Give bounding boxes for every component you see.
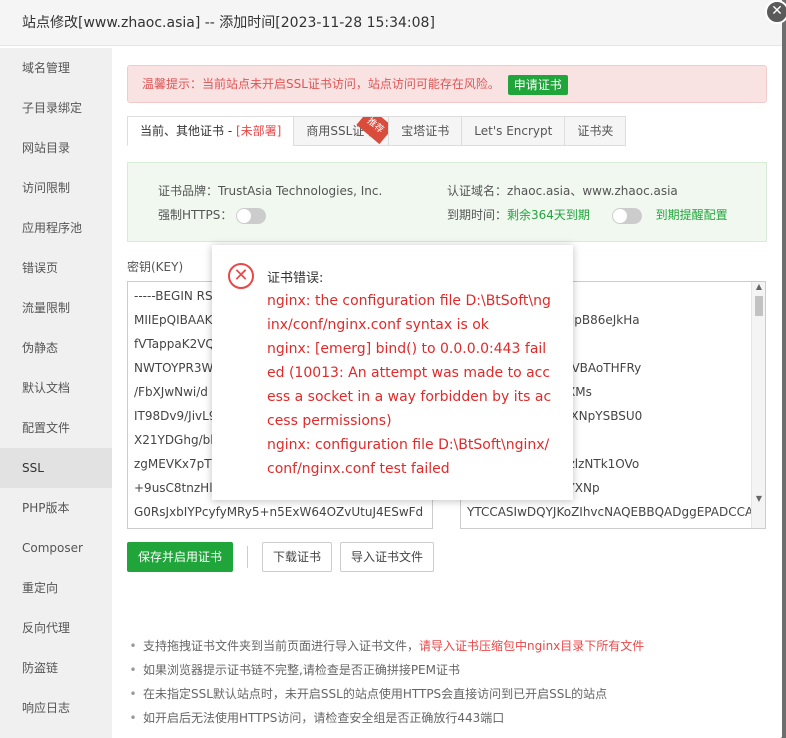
sidebar-item-reverse-proxy[interactable]: 反向代理 — [0, 608, 112, 648]
sidebar-item-rewrite[interactable]: 伪静态 — [0, 328, 112, 368]
button-divider — [247, 546, 249, 568]
cert-tabs: 当前、其他证书 - [未部署] 商用SSL证书 推荐 宝塔证书 Let's Enc… — [127, 116, 627, 146]
cert-brand-value: TrustAsia Technologies, Inc. — [218, 184, 383, 198]
key-line: G0RsJxbIYPcyfyMRy5+n5ExW64OZvUtuJ4ESwFd — [134, 505, 424, 519]
error-icon: ✕ — [228, 263, 254, 289]
tip-text: 支持拖拽证书文件夹到当前页面进行导入证书文件， — [143, 639, 420, 653]
sidebar-item-ssl[interactable]: SSL — [0, 448, 112, 488]
ssl-warning-text: 温馨提示：当前站点未开启SSL证书访问，站点访问可能存在风险。 — [142, 77, 500, 91]
scroll-down-icon[interactable]: ▼ — [752, 494, 765, 503]
sidebar-item-default-doc[interactable]: 默认文档 — [0, 368, 112, 408]
force-https: 强制HTTPS： — [158, 206, 267, 224]
expire-value: 剩余364天到期 — [507, 208, 590, 222]
expire-reminder-link[interactable]: 到期提醒配置 — [656, 208, 728, 222]
download-cert-button[interactable]: 下载证书 — [262, 542, 333, 572]
cert-error-dialog: ✕ 证书错误: nginx: the configuration file D:… — [212, 245, 573, 500]
cert-domain-label: 认证域名： — [447, 184, 508, 198]
save-enable-cert-button[interactable]: 保存并启用证书 — [127, 542, 234, 572]
force-https-toggle[interactable] — [236, 207, 267, 224]
ssl-warning: 温馨提示：当前站点未开启SSL证书访问，站点访问可能存在风险。 申请证书 — [127, 65, 767, 103]
scroll-thumb[interactable] — [755, 296, 763, 316]
tips-list: 支持拖拽证书文件夹到当前页面进行导入证书文件，请导入证书压缩包中nginx目录下… — [123, 634, 644, 730]
expire-label: 到期时间： — [447, 208, 508, 222]
cert-brand-label: 证书品牌： — [158, 184, 219, 198]
close-window-button[interactable]: ✕ — [765, 0, 786, 24]
tab-cert-folder[interactable]: 证书夹 — [564, 116, 627, 146]
tab-letsencrypt[interactable]: Let's Encrypt — [461, 116, 566, 146]
apply-cert-button[interactable]: 申请证书 — [507, 74, 568, 95]
sidebar-item-app-pool[interactable]: 应用程序池 — [0, 208, 112, 248]
cert-info-box: 证书品牌：TrustAsia Technologies, Inc. 认证域名：z… — [127, 162, 767, 242]
import-cert-button[interactable]: 导入证书文件 — [340, 542, 435, 572]
tip-item: 如果浏览器提示证书链不完整,请检查是否正确拼接PEM证书 — [123, 658, 644, 682]
cert-brand: 证书品牌：TrustAsia Technologies, Inc. — [158, 182, 382, 199]
tab-baota-cert[interactable]: 宝塔证书 — [388, 116, 463, 146]
tab-current-status: [未部署] — [235, 124, 282, 138]
tip-item: 在未指定SSL默认站点时，未开启SSL的站点使用HTTPS会直接访问到已开启SS… — [123, 682, 644, 706]
error-message: nginx: the configuration file D:\BtSoft\… — [267, 293, 552, 477]
sidebar-item-site-dir[interactable]: 网站目录 — [0, 128, 112, 168]
tip-text: 在未指定SSL默认站点时，未开启SSL的站点使用HTTPS会直接访问到已开启SS… — [143, 687, 608, 701]
sidebar-item-redirect[interactable]: 重定向 — [0, 568, 112, 608]
sidebar: 域名管理 子目录绑定 网站目录 访问限制 应用程序池 错误页 流量限制 伪静态 … — [0, 48, 112, 738]
sidebar-item-access-limit[interactable]: 访问限制 — [0, 168, 112, 208]
sidebar-item-composer[interactable]: Composer — [0, 528, 112, 568]
expire-time: 到期时间：剩余364天到期 到期提醒配置 — [447, 206, 728, 224]
tab-commercial-ssl[interactable]: 商用SSL证书 推荐 — [293, 116, 390, 146]
sidebar-item-subdir[interactable]: 子目录绑定 — [0, 88, 112, 128]
cert-line: YTCCASIwDQYJKoZIhvcNAQEBBQADggEPADCCA — [467, 505, 754, 519]
sidebar-item-hotlink[interactable]: 防盗链 — [0, 648, 112, 688]
tip-item: 如开启后无法使用HTTPS访问，请检查安全组是否正确放行443端口 — [123, 706, 644, 730]
tip-text: 如开启后无法使用HTTPS访问，请检查安全组是否正确放行443端口 — [143, 711, 505, 725]
cert-domain-value: zhaoc.asia、www.zhaoc.asia — [507, 184, 678, 198]
sidebar-item-config-file[interactable]: 配置文件 — [0, 408, 112, 448]
sidebar-item-response-log[interactable]: 响应日志 — [0, 688, 112, 728]
cert-domain: 认证域名：zhaoc.asia、www.zhaoc.asia — [447, 182, 678, 199]
scroll-up-icon[interactable]: ▲ — [752, 282, 765, 291]
tab-current-label: 当前、其他证书 - — [140, 124, 236, 138]
force-https-label: 强制HTTPS： — [158, 208, 233, 222]
tip-item: 支持拖拽证书文件夹到当前页面进行导入证书文件，请导入证书压缩包中nginx目录下… — [123, 634, 644, 658]
expire-reminder-toggle[interactable] — [611, 207, 642, 224]
action-buttons: 保存并启用证书 下载证书 导入证书文件 — [127, 542, 442, 572]
sidebar-item-domain[interactable]: 域名管理 — [0, 48, 112, 88]
tip-highlight: 请导入证书压缩包中nginx目录下所有文件 — [419, 639, 645, 653]
key-label: 密钥(KEY) — [127, 260, 184, 274]
cert-scrollbar[interactable]: ▲ ▼ — [751, 282, 765, 528]
window-title: 站点修改[www.zhaoc.asia] -- 添加时间[2023-11-28 … — [0, 0, 782, 46]
sidebar-item-traffic-limit[interactable]: 流量限制 — [0, 288, 112, 328]
tip-text: 如果浏览器提示证书链不完整,请检查是否正确拼接PEM证书 — [143, 663, 460, 677]
sidebar-item-php-version[interactable]: PHP版本 — [0, 488, 112, 528]
tab-current-cert[interactable]: 当前、其他证书 - [未部署] — [127, 116, 295, 146]
sidebar-item-error-page[interactable]: 错误页 — [0, 248, 112, 288]
error-title: 证书错误: — [267, 271, 324, 286]
